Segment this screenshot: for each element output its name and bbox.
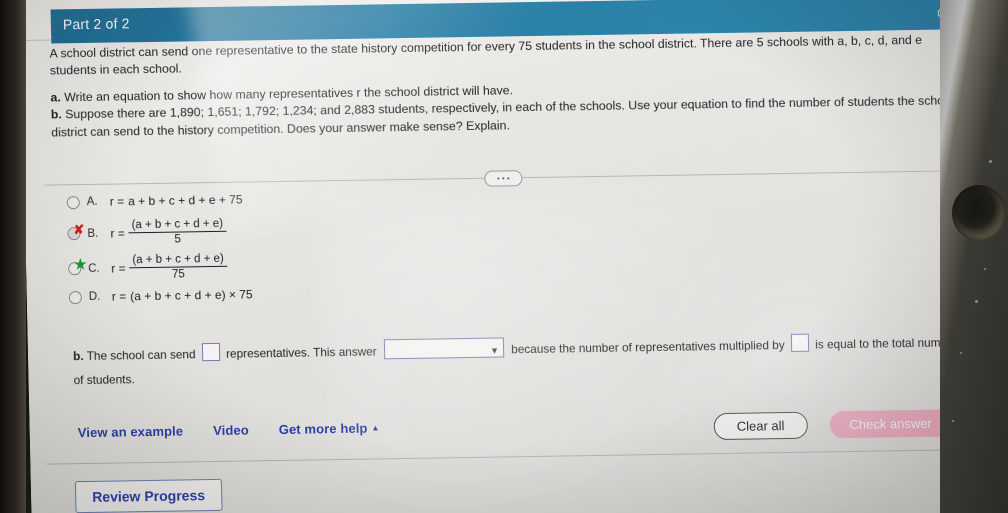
answer-choice-a-letter: A. — [86, 195, 98, 208]
dust-speck — [975, 300, 978, 303]
answer-choice-b[interactable]: ✘ B. r = (a + b + c + d + e) 5 — [67, 214, 468, 247]
answer-choice-d-rhs: (a + b + c + d + e) × 75 — [130, 287, 253, 304]
section-divider — [44, 163, 957, 191]
answer-choice-c-fraction: (a + b + c + d + e) 75 — [129, 253, 227, 282]
answer-choice-d-lhs: r = — [111, 289, 127, 304]
dust-speck — [989, 160, 992, 163]
clear-all-button[interactable]: Clear all — [713, 411, 808, 441]
part-b-segment-5: students. — [86, 371, 135, 387]
answer-choice-c-lhs: r = — [111, 261, 126, 276]
caret-up-icon: ▲ — [371, 423, 380, 433]
answer-choice-b-expression: r = (a + b + c + d + e) 5 — [110, 218, 227, 247]
review-progress-button[interactable]: Review Progress — [74, 478, 223, 513]
photo-of-laptop-screen: gebraic... 3 Virtual Nerd™: How Do You E… — [0, 0, 1008, 513]
left-dark-edge — [0, 0, 26, 513]
laptop-screen: gebraic... 3 Virtual Nerd™: How Do You E… — [20, 0, 994, 513]
dust-speck — [984, 268, 986, 270]
part-b-segment-3: because the number of representatives mu… — [511, 338, 785, 357]
problem-part-a-label: a. — [50, 90, 61, 105]
answer-choice-c-letter: C. — [88, 262, 100, 275]
part-b-segment-2: representatives. This answer — [225, 344, 377, 361]
part-b-blank-1[interactable] — [201, 342, 220, 362]
part-b-blank-2[interactable] — [790, 333, 810, 352]
dust-speck — [952, 420, 954, 422]
answer-choice-b-fraction: (a + b + c + d + e) 5 — [128, 218, 227, 247]
answer-choice-d[interactable]: D. r = (a + b + c + d + e) × 75 — [68, 284, 469, 305]
view-an-example-link[interactable]: View an example — [78, 423, 184, 440]
correct-star-icon: ★ — [73, 256, 87, 273]
ellipsis-button[interactable] — [484, 170, 523, 187]
footer-bar: Review Progress Question 19 of 20 ◀ Back… — [31, 451, 994, 513]
ellipsis-dot — [506, 177, 510, 180]
answer-choice-a-rhs: a + b + c + d + e + 75 — [127, 192, 243, 209]
part-b-answer-row: b. The school can send representatives. … — [73, 330, 964, 392]
exercise-panel: A school district can send one represent… — [21, 25, 994, 513]
get-more-help-label: Get more help — [278, 420, 368, 437]
radio-a[interactable] — [66, 195, 80, 209]
laptop-bezel-right — [940, 0, 1008, 513]
answer-choice-b-letter: B. — [87, 227, 99, 240]
answer-choice-d-letter: D. — [88, 291, 101, 304]
caret-down-icon: ▼ — [489, 345, 500, 356]
part-b-label: b. — [72, 349, 84, 364]
radio-b[interactable]: ✘ — [67, 222, 84, 241]
dust-speck — [960, 352, 962, 354]
answer-choice-c[interactable]: ★ C. r = (a + b + c + d + e) 75 — [68, 249, 469, 282]
get-more-help-link[interactable]: Get more help ▲ — [279, 420, 380, 437]
answer-choice-a-lhs: r = — [109, 194, 125, 209]
radio-d[interactable] — [68, 290, 82, 305]
answer-choice-list: A. r = a + b + c + d + e + 75 ✘ B. r = (… — [66, 189, 469, 307]
ellipsis-dot — [497, 177, 500, 180]
laptop-speaker-grille — [952, 185, 1006, 241]
check-answer-button[interactable]: Check answer — [829, 409, 953, 439]
part-b-dropdown[interactable]: ▼ — [383, 337, 505, 360]
problem-part-b-label: b. — [50, 107, 62, 122]
answer-choice-a-expression: r = a + b + c + d + e + 75 — [110, 193, 243, 209]
answer-choice-c-denominator: 75 — [171, 268, 185, 281]
incorrect-x-icon: ✘ — [73, 222, 85, 238]
video-label: Video — [212, 422, 249, 439]
answer-choice-b-lhs: r = — [110, 225, 125, 241]
video-link[interactable]: Video — [213, 422, 249, 438]
part-label: Part 2 of 2 — [62, 15, 130, 33]
answer-choice-c-expression: r = (a + b + c + d + e) 75 — [111, 253, 227, 282]
part-b-segment-1: The school can send — [86, 347, 196, 363]
view-an-example-label: View an example — [77, 423, 184, 441]
answer-choice-a[interactable]: A. r = a + b + c + d + e + 75 — [66, 189, 467, 209]
answer-choice-d-expression: r = (a + b + c + d + e) × 75 — [112, 288, 253, 304]
problem-statement: A school district can send one represent… — [49, 31, 956, 150]
help-links-row: View an example Video Get more help ▲ — [78, 420, 380, 441]
radio-c[interactable]: ★ — [68, 256, 87, 276]
action-buttons-row: Clear all Check answer — [713, 409, 953, 441]
answer-choice-b-denominator: 5 — [174, 233, 181, 246]
screen-surface: gebraic... 3 Virtual Nerd™: How Do You E… — [20, 0, 994, 513]
ellipsis-dot — [502, 177, 505, 180]
